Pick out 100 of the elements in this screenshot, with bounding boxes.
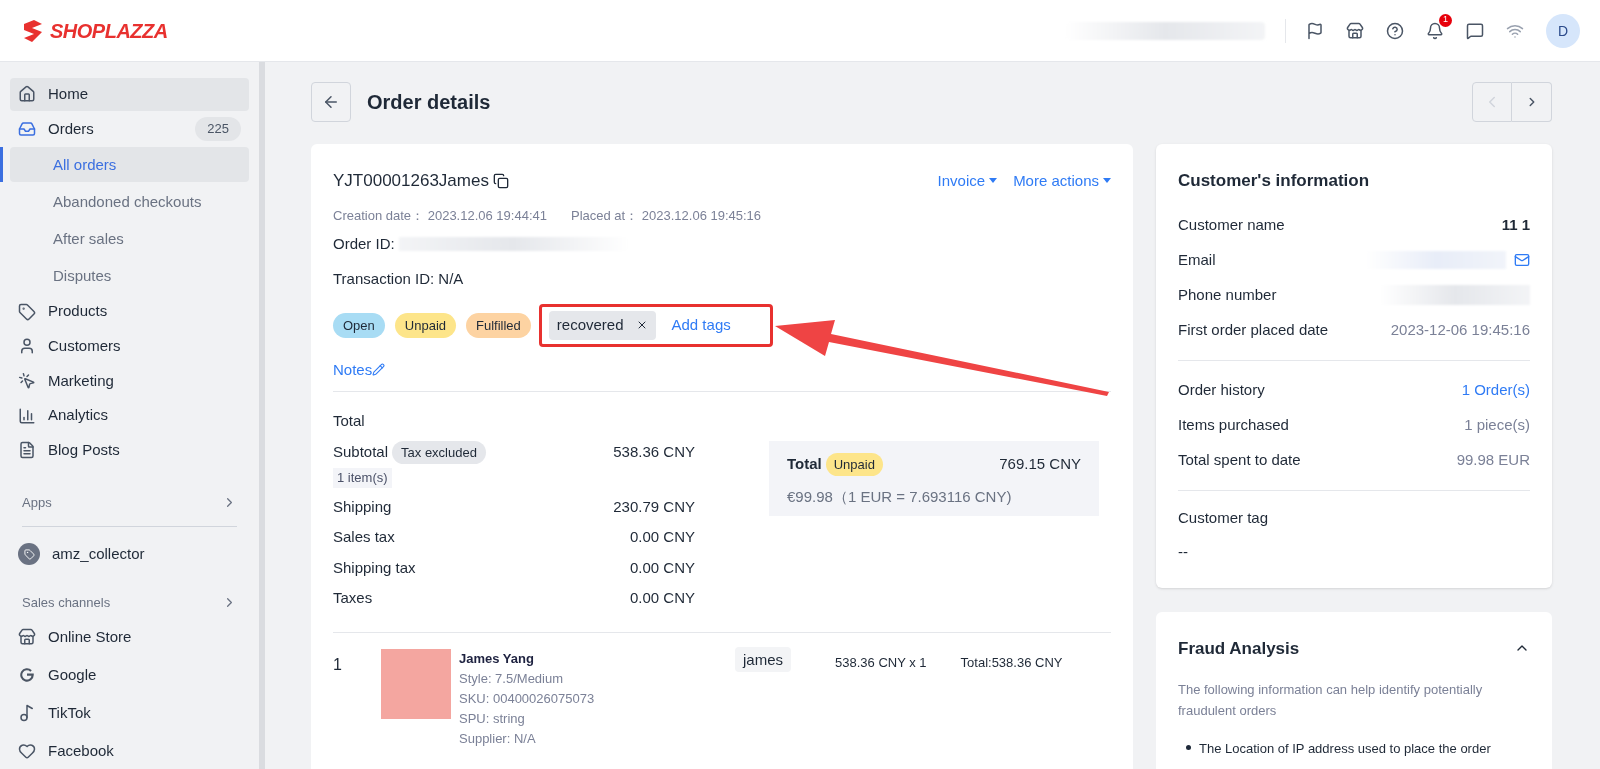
flag-icon[interactable]: [1306, 21, 1324, 40]
tag-icon: [23, 548, 35, 560]
summary-label: Total: [787, 454, 822, 474]
card-title: Customer's information: [1178, 170, 1371, 192]
product-tag: james: [735, 646, 791, 672]
info-value: 11 1: [1501, 214, 1530, 235]
info-value: 99.98 EUR: [1456, 449, 1530, 470]
order-number: YJT00001263James: [333, 170, 489, 192]
info-label: Customer tag: [1178, 507, 1270, 528]
store-icon: [18, 627, 36, 646]
transaction-id: Transaction ID: N/A: [333, 268, 465, 289]
status-badge: Fulfilled: [466, 312, 531, 338]
nav-item[interactable]: Customers: [10, 329, 249, 363]
nav-item[interactable]: Products: [10, 295, 249, 328]
item-index: 1: [333, 654, 343, 675]
info-label: Items purchased: [1178, 414, 1289, 435]
nav-subitem[interactable]: Disputes: [10, 258, 249, 294]
line-value: 538.36 CNY: [613, 441, 695, 462]
nav-item[interactable]: Blog Posts: [10, 433, 249, 467]
selection-bar: [0, 147, 3, 183]
logo-text: SHOPLAZZA: [50, 18, 168, 44]
info-label: Email: [1178, 249, 1216, 270]
caret-icon: [1103, 178, 1111, 184]
back-button[interactable]: [311, 82, 351, 122]
tag-chip: recovered: [548, 311, 656, 340]
product-detail: Style: 7.5/Medium: [459, 670, 565, 688]
nav-subitem[interactable]: Abandoned checkouts: [10, 184, 249, 220]
dropdown-link[interactable]: Invoice: [937, 169, 998, 192]
document-icon: [18, 441, 36, 460]
unit-price: 538.36 CNY x 1: [835, 653, 927, 672]
fraud-intro: The following information can help identify potentially fraudulent orders: [1178, 681, 1484, 720]
info-value: 2023-12-06 19:45:16: [1390, 319, 1530, 340]
line-label: Taxes: [333, 588, 373, 608]
avatar[interactable]: D: [1546, 13, 1580, 48]
info-label: Total spent to date: [1178, 449, 1301, 470]
section-heading: Sales channels: [22, 594, 111, 613]
placed-date: Placed at： 2023.12.06 19:45:16: [570, 206, 762, 225]
pencil-icon: [372, 363, 386, 377]
help-icon[interactable]: [1386, 21, 1404, 40]
item-count: 1 item(s): [333, 468, 392, 488]
inbox-icon: [18, 119, 36, 138]
nav-item[interactable]: Analytics: [10, 399, 249, 432]
store-icon[interactable]: [1346, 21, 1364, 40]
mail-icon[interactable]: [1514, 252, 1530, 268]
nav-item[interactable]: Orders 225: [10, 112, 249, 146]
order-id-label: Order ID:: [333, 234, 395, 254]
converted-amount: €99.98（1 EUR = 7.693116 CNY): [787, 487, 1013, 507]
nav-item[interactable]: Google: [10, 656, 249, 693]
nav-subitem[interactable]: After sales: [10, 221, 249, 257]
heart-icon: [18, 741, 36, 760]
section-heading: Apps: [22, 493, 52, 512]
count-badge: 225: [195, 117, 241, 141]
status-badge: Unpaid: [394, 312, 456, 338]
tax-badge: Tax excluded: [392, 440, 486, 464]
line-label: Shipping: [333, 496, 392, 517]
nav-item[interactable]: TikTok: [10, 694, 249, 731]
notes-link[interactable]: Notes: [333, 358, 386, 381]
cursor-icon: [18, 371, 36, 390]
line-value: 230.79 CNY: [613, 496, 695, 517]
info-label: Phone number: [1178, 284, 1277, 305]
summary-value: 769.15 CNY: [999, 454, 1081, 474]
nav-item[interactable]: Marketing: [10, 364, 249, 398]
status-badge: Open: [333, 312, 385, 338]
line-total: Total:538.36 CNY: [960, 653, 1063, 672]
nav-subitem[interactable]: All orders: [10, 147, 249, 183]
order-history-link[interactable]: 1 Order(s): [1461, 378, 1530, 402]
app-item[interactable]: amz_collector: [10, 537, 249, 571]
copy-icon[interactable]: [492, 172, 509, 189]
bullet-icon: [1186, 745, 1191, 750]
product-detail: SPU: string: [459, 710, 526, 728]
info-label: Customer name: [1178, 214, 1285, 235]
page-title: Order details: [367, 90, 491, 115]
line-label: Subtotal: [333, 442, 389, 462]
line-value: 0.00 CNY: [629, 588, 695, 608]
line-label: Sales tax: [333, 527, 395, 547]
info-label: First order placed date: [1178, 319, 1329, 340]
music-note-icon: [18, 703, 36, 722]
bar-chart-icon: [18, 406, 36, 425]
info-label: Order history: [1178, 379, 1265, 400]
nav-item[interactable]: Facebook: [10, 732, 249, 769]
chat-icon[interactable]: [1466, 21, 1484, 40]
home-icon: [18, 85, 36, 104]
product-detail: SKU: 00400026075073: [459, 690, 596, 708]
dropdown-link[interactable]: More actions: [1013, 169, 1111, 192]
line-value: 0.00 CNY: [629, 527, 695, 547]
tag-icon: [18, 302, 36, 321]
total-heading: Total: [333, 411, 366, 431]
card-title: Fraud Analysis: [1178, 637, 1300, 660]
nav-item[interactable]: Home: [10, 78, 249, 111]
product-detail: Supplier: N/A: [459, 730, 537, 748]
info-value: 1 piece(s): [1464, 414, 1530, 435]
bell-icon[interactable]: [1426, 21, 1444, 40]
product-photo-placeholder: [381, 648, 451, 719]
creation-date: Creation date： 2023.12.06 19:44:41: [333, 206, 547, 225]
nav-item[interactable]: Online Store: [10, 618, 249, 655]
line-value: 0.00 CNY: [629, 557, 695, 578]
info-value: --: [1178, 542, 1189, 562]
payment-badge: Unpaid: [825, 452, 883, 476]
add-tags-link[interactable]: Add tags: [671, 314, 763, 337]
line-label: Shipping tax: [333, 557, 416, 578]
